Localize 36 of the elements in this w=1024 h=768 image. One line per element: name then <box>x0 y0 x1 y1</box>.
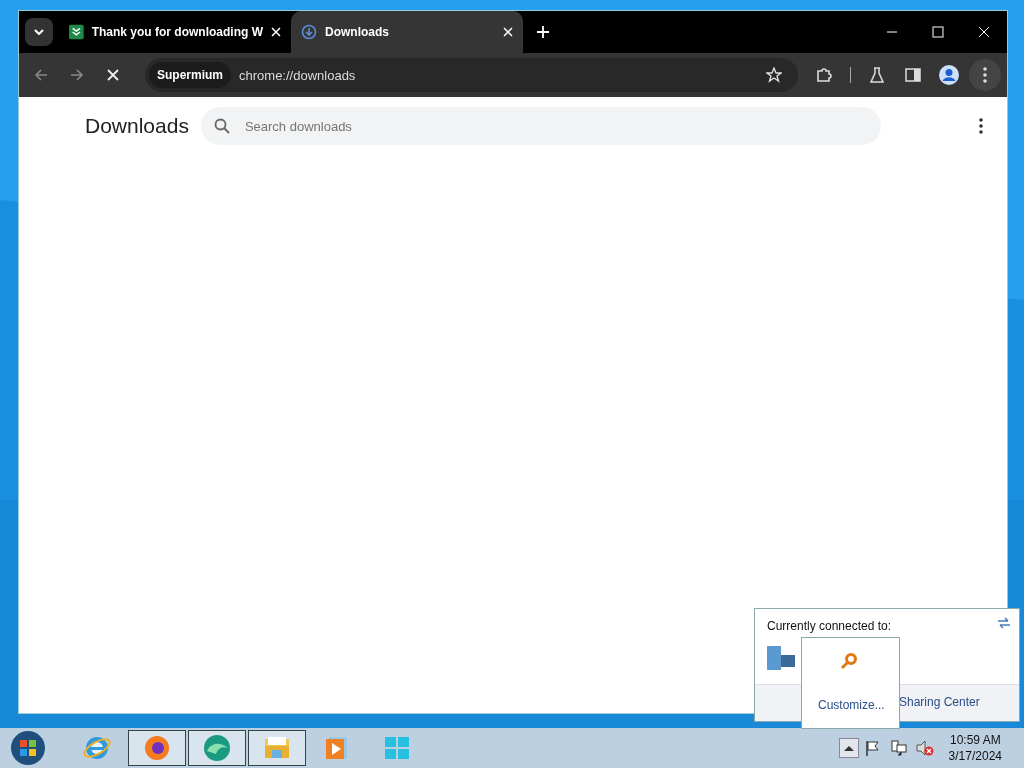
customize-link[interactable]: Customize... <box>818 698 885 712</box>
sharing-center-link[interactable]: Sharing Center <box>899 695 980 709</box>
star-icon[interactable] <box>766 67 782 83</box>
search-field[interactable]: Search downloads <box>200 107 881 145</box>
more-options-icon[interactable] <box>979 118 983 134</box>
taskbar-app[interactable] <box>248 730 306 766</box>
tab-title: Thank you for downloading W <box>91 25 263 39</box>
clock-date[interactable]: 3/17/2024 <box>948 748 1002 764</box>
network-icon <box>765 645 797 671</box>
url-text: chrome://downloads <box>239 67 357 83</box>
refresh-icon[interactable] <box>997 617 1011 629</box>
start-button[interactable] <box>10 730 46 766</box>
browser-tab[interactable]: Thank you for downloading W <box>59 11 291 53</box>
show-hidden-icons-button[interactable] <box>838 738 859 758</box>
search-icon <box>213 118 230 134</box>
new-tab-button[interactable] <box>537 26 549 38</box>
address-bar[interactable]: Supermium chrome://downloads <box>145 58 798 92</box>
globe-app-icon <box>202 733 232 763</box>
download-favicon-icon <box>69 24 84 40</box>
page-title: Downloads <box>85 114 189 138</box>
tab-search-button[interactable] <box>25 18 53 46</box>
tab-title: Downloads <box>325 25 390 39</box>
caret-icon <box>34 29 44 35</box>
firefox-app-icon <box>142 733 172 763</box>
close-icon[interactable] <box>503 27 513 37</box>
browser-chip: Supermium <box>149 62 231 88</box>
menu-icon[interactable] <box>969 59 1001 91</box>
close-icon[interactable] <box>271 27 281 37</box>
download-favicon-icon <box>301 24 317 40</box>
taskbar-app[interactable] <box>128 730 186 766</box>
key-icon[interactable] <box>840 652 858 670</box>
clock-time[interactable]: 10:59 AM <box>949 732 1001 748</box>
caret-icon <box>843 745 854 751</box>
taskbar-app[interactable] <box>188 730 246 766</box>
browser-tab[interactable]: Downloads <box>291 11 523 53</box>
popup-heading: Currently connected to: <box>767 619 892 633</box>
